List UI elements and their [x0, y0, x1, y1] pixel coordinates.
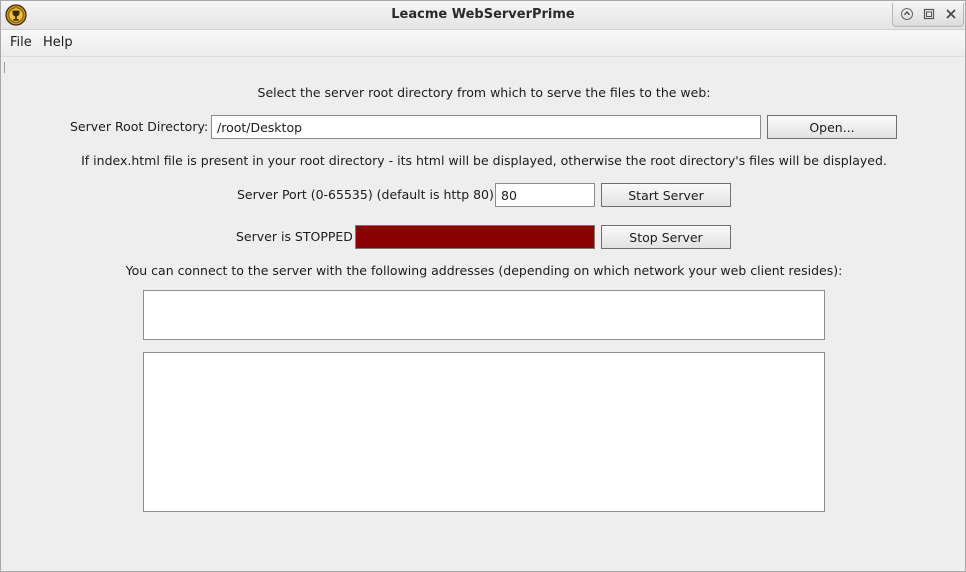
server-status-label: Server is STOPPED — [236, 229, 353, 244]
root-dir-label: Server Root Directory: — [70, 119, 209, 134]
menu-bar: File Help — [1, 30, 965, 57]
server-addresses-area[interactable] — [143, 290, 825, 340]
port-label: Server Port (0-65535) (default is http 8… — [237, 187, 499, 202]
title-bar[interactable]: Leacme WebServerPrime — [1, 1, 965, 30]
app-window: Leacme WebServerPrime File Help Select t… — [0, 0, 966, 572]
open-button[interactable]: Open... — [767, 115, 897, 139]
start-server-button[interactable]: Start Server — [601, 183, 731, 207]
restore-icon[interactable] — [899, 6, 915, 22]
menu-file[interactable]: File — [10, 30, 32, 56]
stop-server-button[interactable]: Stop Server — [601, 225, 731, 249]
server-log-area[interactable] — [143, 352, 825, 512]
window-title: Leacme WebServerPrime — [391, 7, 575, 22]
root-dir-input[interactable] — [211, 115, 761, 139]
select-root-prompt: Select the server root directory from wh… — [257, 85, 711, 100]
port-input[interactable] — [495, 183, 595, 207]
index-note: If index.html file is present in your ro… — [81, 153, 887, 168]
connect-note: You can connect to the server with the f… — [125, 263, 843, 278]
server-status-indicator — [355, 225, 595, 249]
splitter-handle — [4, 62, 5, 73]
window-controls — [892, 3, 964, 27]
menu-help[interactable]: Help — [43, 30, 73, 56]
maximize-icon[interactable] — [921, 6, 937, 22]
close-icon[interactable] — [943, 6, 959, 22]
